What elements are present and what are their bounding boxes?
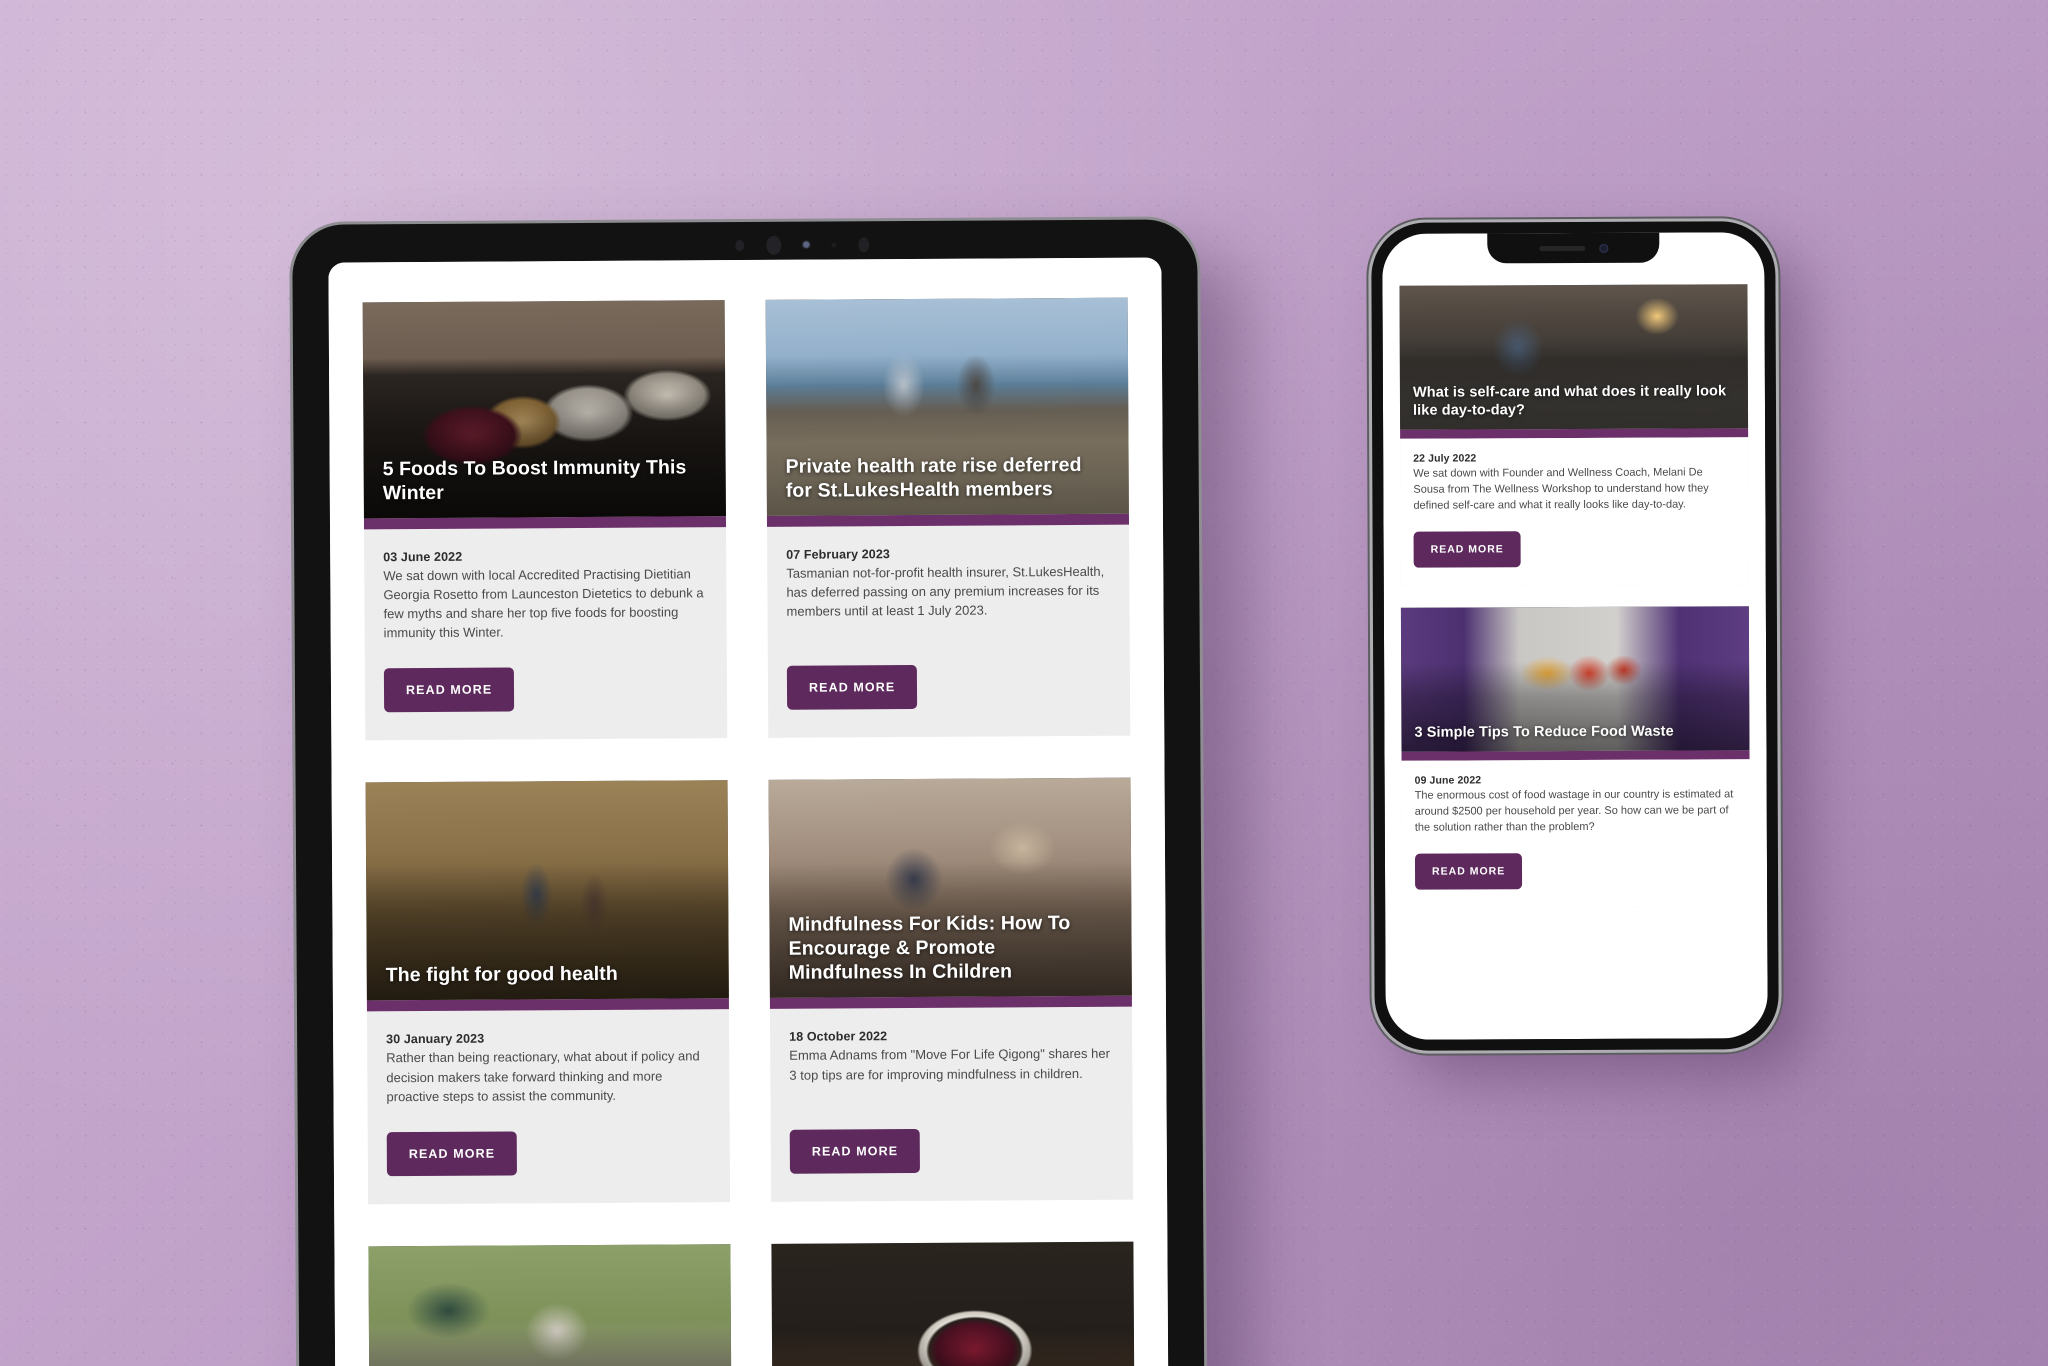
article-body: 07 February 2023 Tasmanian not-for-profi… [767, 525, 1130, 641]
tablet-device: 5 Foods To Boost Immunity This Winter 03… [292, 219, 1205, 1366]
tablet-camera-sensor-array [734, 235, 869, 255]
article-excerpt: The enormous cost of food wastage in our… [1414, 788, 1734, 834]
article-date: 03 June 2022 [383, 549, 463, 565]
article-title: 5 Foods To Boost Immunity This Winter [382, 456, 687, 505]
article-title: What is self-care and what does it reall… [1412, 383, 1727, 419]
front-camera-icon [765, 235, 781, 255]
article-cta: READ MORE [771, 1101, 1134, 1201]
article-title: 3 Simple Tips To Reduce Food Waste [1414, 723, 1674, 741]
article-card[interactable]: Mindfulness For Kids: How To Encourage &… [768, 778, 1134, 1202]
read-more-button[interactable]: READ MORE [786, 665, 918, 711]
article-card[interactable]: Private health rate rise deferred for St… [765, 297, 1131, 739]
phone-device: What is self-care and what does it reall… [1371, 221, 1779, 1051]
article-body: 09 June 2022 The enormous cost of food w… [1401, 759, 1750, 837]
article-excerpt: Tasmanian not-for-profit health insurer,… [786, 563, 1105, 619]
article-excerpt: Emma Adnams from "Move For Life Qigong" … [789, 1046, 1110, 1083]
article-excerpt: We sat down with Founder and Wellness Co… [1413, 466, 1709, 512]
article-title: The fight for good health [385, 963, 618, 987]
article-image: Mindfulness For Kids: How To Encourage &… [768, 778, 1132, 999]
article-card[interactable]: What is self-care and what does it reall… [1399, 284, 1749, 586]
phone-notch [1487, 232, 1660, 264]
article-image: 5 Foods To Boost Immunity This Winter [362, 300, 726, 519]
ambient-sensor-icon [830, 241, 836, 247]
article-cta: READ MORE [368, 1104, 731, 1204]
article-cta: READ MORE [365, 641, 728, 741]
article-grid: 5 Foods To Boost Immunity This Winter 03… [328, 257, 1169, 1366]
sensor-dot-icon [734, 239, 744, 251]
article-date: 07 February 2023 [786, 547, 890, 562]
article-card[interactable]: The fight for good health 30 January 202… [365, 780, 731, 1205]
article-card[interactable]: 3 Simple Tips To Reduce Food Waste 09 Ju… [1400, 606, 1751, 908]
front-camera-icon [1598, 243, 1608, 253]
article-title: Mindfulness For Kids: How To Encourage &… [788, 911, 1071, 985]
article-body: 30 January 2023 Rather than being reacti… [367, 1010, 730, 1107]
article-date: 09 June 2022 [1414, 774, 1482, 787]
earpiece-speaker-icon [1538, 245, 1585, 251]
article-date: 18 October 2022 [789, 1029, 888, 1045]
read-more-button[interactable]: READ MORE [383, 667, 515, 713]
article-image: What is self-care and what does it reall… [1399, 284, 1749, 430]
article-title: Private health rate rise deferred for St… [785, 453, 1082, 502]
article-body: 22 July 2022 We sat down with Founder an… [1400, 437, 1749, 515]
read-more-button[interactable]: READ MORE [386, 1131, 518, 1176]
article-image: Private health rate rise deferred for St… [765, 297, 1129, 516]
article-excerpt: Rather than being reactionary, what abou… [386, 1048, 700, 1104]
phone-screen: What is self-care and what does it reall… [1382, 232, 1768, 1040]
tablet-screen: 5 Foods To Boost Immunity This Winter 03… [328, 257, 1169, 1366]
article-card[interactable]: 5 Foods To Boost Immunity This Winter 03… [362, 300, 728, 741]
read-more-button[interactable]: READ MORE [1413, 531, 1521, 568]
article-cta: READ MORE [768, 638, 1131, 738]
article-card[interactable]: Pick your own berries this summer [771, 1241, 1135, 1366]
article-image: 3 Simple Tips To Reduce Food Waste [1400, 606, 1750, 752]
depth-sensor-icon [857, 236, 869, 252]
article-image: Debunking 3 Common Myths About Meditatio… [368, 1243, 732, 1366]
read-more-button[interactable]: READ MORE [789, 1128, 921, 1174]
article-date: 30 January 2023 [386, 1032, 485, 1047]
article-date: 22 July 2022 [1413, 452, 1477, 465]
article-image: The fight for good health [365, 780, 729, 1001]
article-cta: READ MORE [1400, 513, 1749, 586]
phone-article-list: What is self-care and what does it reall… [1382, 232, 1768, 1040]
image-scrim [368, 1243, 732, 1366]
article-cta: READ MORE [1401, 834, 1751, 908]
image-scrim [771, 1241, 1135, 1366]
article-body: 18 October 2022 Emma Adnams from "Move F… [770, 1007, 1133, 1104]
article-card[interactable]: Debunking 3 Common Myths About Meditatio… [368, 1243, 732, 1366]
read-more-button[interactable]: READ MORE [1414, 852, 1523, 890]
article-image: Pick your own berries this summer [771, 1241, 1135, 1366]
article-body: 03 June 2022 We sat down with local Accr… [364, 527, 727, 643]
article-excerpt: We sat down with local Accredited Practi… [383, 566, 704, 641]
indicator-light-icon [802, 241, 809, 248]
